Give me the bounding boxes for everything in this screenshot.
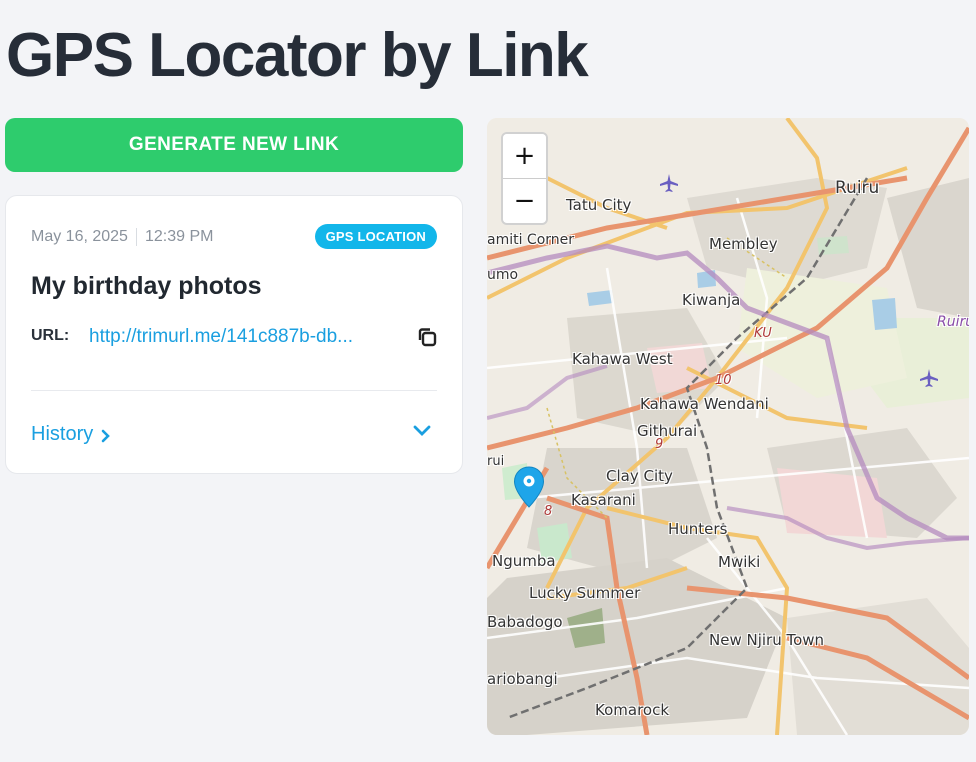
map-label-membley: Membley — [709, 235, 778, 253]
generate-new-link-button[interactable]: GENERATE NEW LINK — [5, 118, 463, 172]
chevron-down-icon[interactable] — [411, 422, 433, 440]
map-label-ngumba: Ngumba — [492, 552, 556, 570]
meta-divider — [135, 228, 137, 246]
link-date: May 16, 2025 — [31, 228, 128, 245]
map-label-kahawa-wendani: Kahawa Wendani — [640, 395, 769, 413]
chevron-right-icon — [101, 429, 111, 442]
map-label-ariobangi: ariobangi — [487, 670, 558, 688]
map-label-lucky-summer: Lucky Summer — [529, 584, 641, 602]
map-label-ruiru: Ruiru — [835, 178, 880, 198]
road-number-9: 9 — [655, 437, 664, 452]
map-label-hunters: Hunters — [668, 520, 728, 538]
map-label-amiti-corner: amiti Corner — [487, 232, 575, 248]
map-label-mwiki: Mwiki — [718, 553, 761, 571]
zoom-in-button[interactable]: + — [503, 134, 546, 178]
page-title: GPS Locator by Link — [6, 21, 589, 90]
road-number-8: 8 — [544, 504, 553, 519]
map-label-kiwanja: Kiwanja — [682, 291, 741, 309]
map-label-githurai: Githurai — [637, 422, 698, 440]
tracking-url-link[interactable]: http://trimurl.me/141c887b-db... — [89, 326, 404, 348]
location-pin-icon[interactable] — [513, 466, 545, 508]
map-label-umo: umo — [487, 267, 519, 283]
airplane-icon — [920, 369, 938, 387]
history-toggle[interactable]: History — [31, 423, 111, 446]
link-time: 12:39 PM — [144, 228, 214, 245]
map-label-ku: KU — [754, 326, 772, 341]
zoom-out-button[interactable]: − — [503, 178, 546, 222]
map-label-clay-city: Clay City — [606, 467, 673, 485]
map-label-rui: rui — [487, 454, 505, 469]
map-label-kahawa-west: Kahawa West — [572, 350, 673, 368]
map-label-tatu-city: Tatu City — [566, 196, 632, 214]
map-view[interactable]: + − Tatu City Ruiru Membley amiti Corner… — [487, 118, 969, 735]
map-label-komarock: Komarock — [595, 701, 670, 719]
history-label: History — [31, 423, 94, 445]
gps-location-badge: GPS LOCATION — [314, 224, 437, 249]
map-label-ruiru-river: Ruiru — [937, 314, 969, 330]
link-title: My birthday photos — [31, 272, 262, 300]
link-meta: May 16, 2025 12:39 PM — [31, 228, 213, 246]
zoom-control: + − — [501, 132, 548, 225]
map-label-new-njiru-town: New Njiru Town — [709, 631, 825, 649]
copy-icon[interactable] — [416, 326, 438, 348]
map-label-kasarani: Kasarani — [571, 491, 636, 509]
link-card: May 16, 2025 12:39 PM GPS LOCATION My bi… — [5, 195, 463, 474]
url-label: URL: — [31, 327, 70, 344]
card-divider — [31, 390, 437, 391]
map-label-babadogo: Babadogo — [487, 613, 563, 631]
road-number-10: 10 — [715, 373, 732, 388]
airplane-icon — [660, 174, 678, 192]
